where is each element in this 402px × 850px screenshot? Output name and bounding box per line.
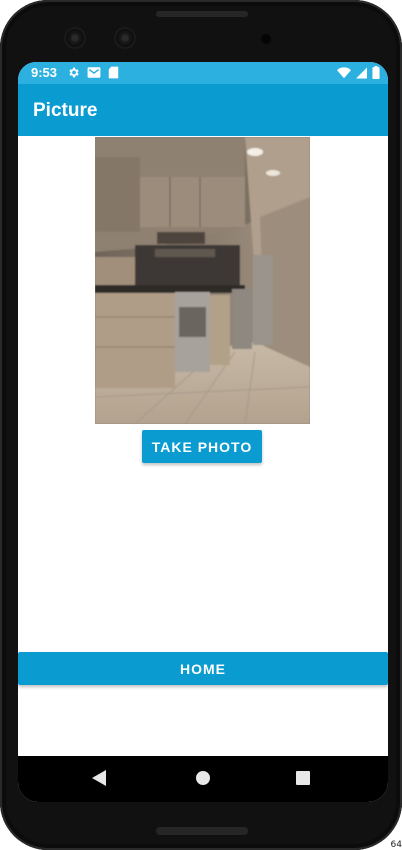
navigation-bar (18, 756, 388, 802)
front-camera-icon (116, 29, 134, 47)
kitchen-photo (95, 137, 310, 424)
screen: 9:53 Picture TAKE PHOTO HOME (18, 62, 388, 802)
recents-icon[interactable] (296, 771, 310, 785)
proximity-sensor (261, 34, 271, 44)
gear-icon (69, 67, 79, 78)
captured-photo (95, 137, 310, 424)
home-button[interactable]: HOME (18, 652, 388, 685)
sd-card-icon (108, 66, 119, 79)
status-time: 9:53 (31, 65, 58, 80)
front-camera-icon (66, 29, 84, 47)
back-icon[interactable] (92, 770, 106, 786)
phone-frame: 9:53 Picture TAKE PHOTO HOME (0, 0, 402, 850)
app-bar: Picture (18, 84, 388, 136)
bottom-speaker (156, 827, 248, 835)
take-photo-button[interactable]: TAKE PHOTO (142, 430, 262, 463)
battery-icon (372, 66, 380, 79)
wifi-icon (337, 66, 351, 78)
mail-icon (87, 67, 101, 78)
status-bar: 9:53 (18, 62, 388, 84)
corner-label: 64 (390, 840, 402, 850)
page-title: Picture (33, 100, 98, 121)
top-speaker (156, 11, 248, 17)
signal-icon (356, 67, 367, 78)
home-icon[interactable] (196, 771, 210, 785)
